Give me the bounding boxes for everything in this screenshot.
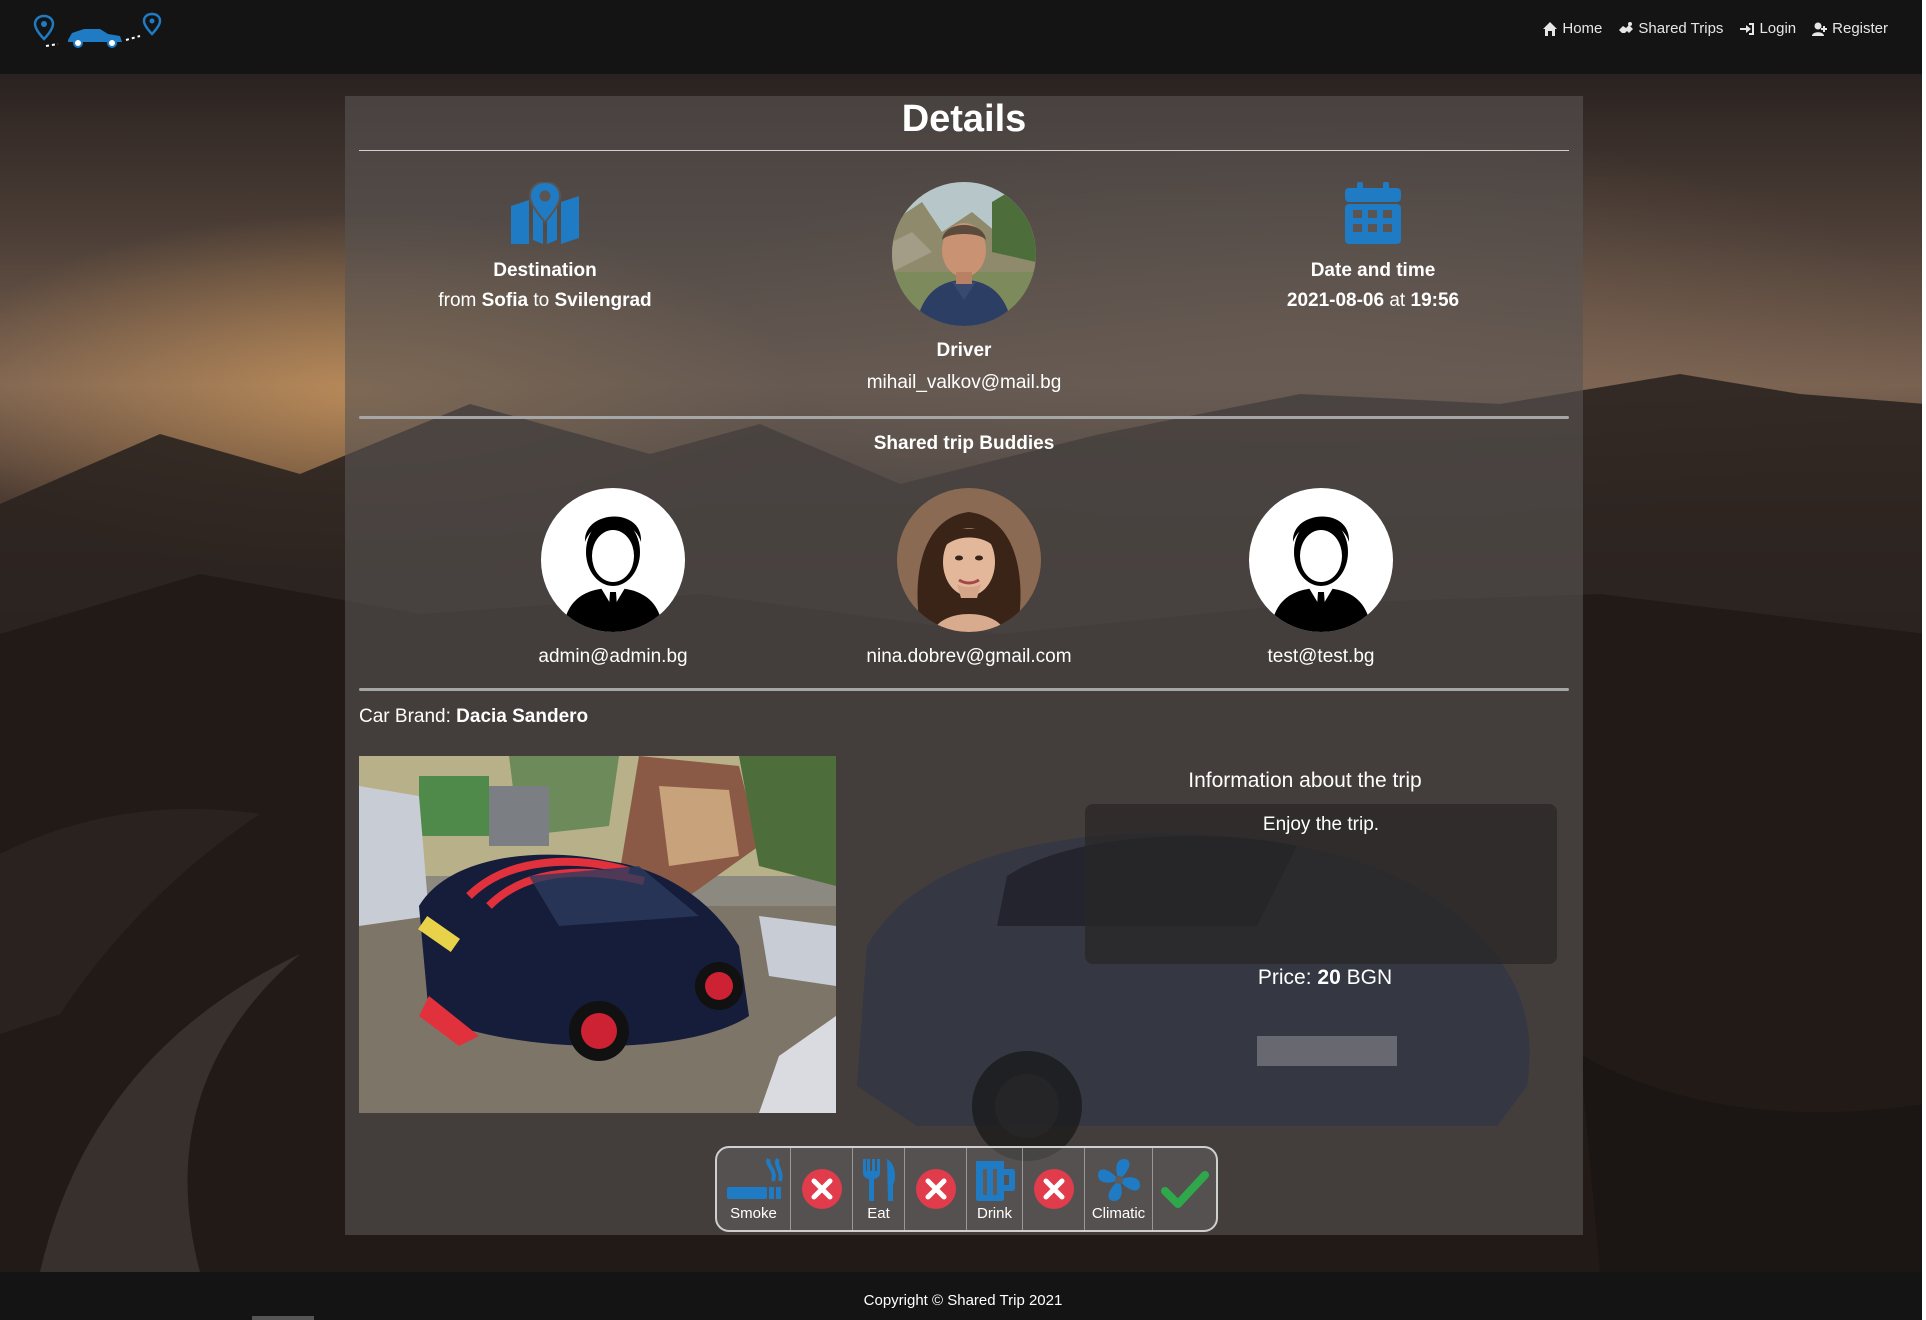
x-circle-icon	[801, 1169, 842, 1209]
buddy-email: test@test.bg	[1267, 646, 1375, 667]
nav-register-label: Register	[1832, 20, 1888, 37]
driver-avatar	[892, 182, 1036, 326]
at-word: at	[1389, 290, 1406, 311]
trip-price: Price: 20 BGN	[1175, 966, 1475, 990]
price-currency: BGN	[1346, 966, 1393, 989]
handshake-icon	[1619, 21, 1634, 33]
driver-section: Driver mihail_valkov@mail.bg	[814, 182, 1114, 394]
car-photo	[359, 756, 836, 1113]
feature-eat-label: Eat	[867, 1204, 890, 1222]
feature-drink-status	[1023, 1148, 1085, 1230]
section-divider-1	[359, 416, 1569, 419]
feature-drink-label: Drink	[976, 1204, 1012, 1222]
logo[interactable]	[32, 12, 162, 52]
navbar: Home Shared Trips Login Register	[0, 0, 1926, 74]
beer-mug-icon	[975, 1160, 1015, 1201]
nav-register[interactable]: Register	[1812, 20, 1888, 37]
checkmark-icon	[1160, 1171, 1209, 1208]
feature-climatic-label: Climatic	[1091, 1204, 1146, 1222]
buddy-avatar	[897, 488, 1041, 632]
sign-in-icon	[1740, 22, 1755, 35]
car-image-icon	[359, 756, 836, 1113]
x-circle-icon	[915, 1169, 956, 1209]
nav-login[interactable]: Login	[1739, 20, 1796, 37]
from-word: from	[438, 290, 477, 311]
to-word: to	[533, 290, 550, 311]
page-title: Details	[901, 98, 1027, 140]
feature-eat-status	[905, 1148, 967, 1230]
window-edge	[1922, 0, 1926, 1320]
details-card: Details Destination from Sofia to Svilen…	[345, 96, 1583, 1235]
buddy-avatar	[1249, 488, 1393, 632]
trip-description-text: Enjoy the trip.	[1262, 814, 1380, 835]
buddy-email: admin@admin.bg	[538, 646, 688, 667]
default-user-avatar-icon	[1249, 488, 1393, 632]
trip-time: 19:56	[1410, 290, 1460, 311]
origin-city: Sofia	[481, 290, 529, 311]
buddy-avatar	[541, 488, 685, 632]
section-divider-2	[359, 688, 1569, 691]
price-label: Price:	[1257, 966, 1312, 989]
title-divider	[359, 150, 1569, 151]
destination-label: Destination	[493, 260, 597, 281]
car-brand-value: Dacia Sandero	[456, 706, 589, 727]
feature-drink: Drink	[967, 1148, 1023, 1230]
trip-info-title: Information about the trip	[1188, 769, 1422, 792]
user-plus-icon	[1812, 22, 1828, 36]
x-circle-icon	[1033, 1169, 1074, 1209]
copyright-text: Copyright © Shared Trip 2021	[863, 1292, 1063, 1309]
feature-smoke: Smoke	[717, 1148, 791, 1230]
fan-icon	[1097, 1158, 1140, 1201]
scrollbar-thumb[interactable]	[252, 1316, 314, 1320]
smoking-icon	[726, 1157, 783, 1199]
nav-shared-trips[interactable]: Shared Trips	[1618, 20, 1723, 37]
nav-links: Home Shared Trips Login Register	[1542, 20, 1888, 37]
datetime-value: 2021-08-06 at 19:56	[1223, 290, 1523, 312]
buddies-section-title: Shared trip Buddies	[345, 433, 1583, 455]
buddy-card[interactable]: admin@admin.bg	[463, 488, 763, 668]
buddies-title: Shared trip Buddies	[873, 433, 1055, 454]
feature-smoke-status	[791, 1148, 853, 1230]
destination-section: Destination from Sofia to Svilengrad	[405, 182, 685, 312]
destination-city: Svilengrad	[554, 290, 652, 311]
utensils-icon	[862, 1158, 895, 1201]
photo-avatar-icon	[897, 488, 1041, 632]
price-value: 20	[1317, 966, 1341, 989]
map-pin-car-logo-icon	[33, 12, 162, 48]
nav-home-label: Home	[1562, 20, 1603, 37]
default-user-avatar-icon	[541, 488, 685, 632]
home-icon	[1543, 21, 1558, 36]
buddy-email: nina.dobrev@gmail.com	[866, 646, 1072, 667]
nav-home[interactable]: Home	[1542, 20, 1602, 37]
datetime-label: Date and time	[1310, 260, 1436, 281]
datetime-section: Date and time 2021-08-06 at 19:56	[1223, 182, 1523, 312]
buddy-card[interactable]: test@test.bg	[1171, 488, 1471, 668]
nav-login-label: Login	[1759, 20, 1797, 37]
driver-photo-icon	[892, 182, 1036, 326]
trip-date: 2021-08-06	[1286, 290, 1385, 311]
driver-label: Driver	[936, 340, 992, 361]
nav-shared-trips-label: Shared Trips	[1638, 20, 1724, 37]
car-brand: Car Brand: Dacia Sandero	[359, 706, 588, 728]
feature-smoke-label: Smoke	[730, 1204, 777, 1222]
trip-description: Enjoy the trip.	[1085, 804, 1557, 964]
calendar-icon	[1345, 182, 1401, 244]
destination-route: from Sofia to Svilengrad	[405, 290, 685, 312]
feature-climatic: Climatic	[1085, 1148, 1153, 1230]
feature-climatic-status	[1153, 1148, 1216, 1230]
map-marked-icon	[511, 182, 579, 244]
feature-eat: Eat	[853, 1148, 905, 1230]
trip-features-bar: Smoke Eat Drink Climatic	[715, 1146, 1218, 1232]
buddy-card[interactable]: nina.dobrev@gmail.com	[819, 488, 1119, 668]
car-brand-label: Car Brand:	[359, 706, 451, 727]
driver-email: mihail_valkov@mail.bg	[866, 372, 1062, 393]
footer: Copyright © Shared Trip 2021	[0, 1272, 1926, 1320]
